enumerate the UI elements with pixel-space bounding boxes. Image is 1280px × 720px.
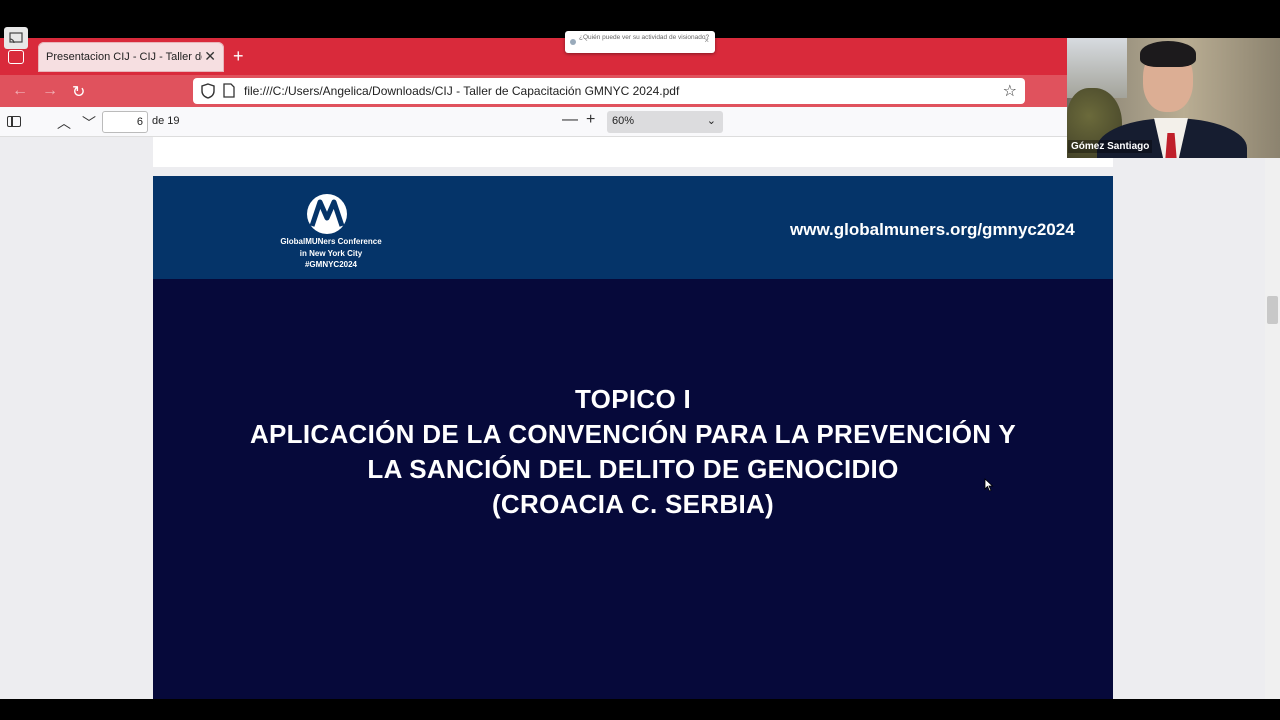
cast-button[interactable] — [4, 27, 28, 49]
previous-page-icon[interactable]: ︿ — [57, 113, 71, 133]
activity-tooltip: ¿Quién puede ver su actividad de visiona… — [565, 31, 715, 53]
next-page-icon[interactable]: ﹀ — [82, 113, 96, 133]
new-tab-button[interactable]: + — [233, 46, 244, 67]
title-line: LA SANCIÓN DEL DELITO DE GENOCIDIO — [367, 454, 899, 484]
page-count: de 19 — [152, 115, 180, 127]
screen: Presentacion CIJ - CIJ - Taller de Capac… — [0, 0, 1280, 720]
zoom-value: 60% — [612, 115, 635, 127]
participant-hair — [1140, 41, 1196, 67]
mouse-cursor-icon — [984, 478, 994, 492]
shield-icon — [201, 83, 215, 99]
address-bar[interactable]: file:///C:/Users/Angelica/Downloads/CIJ … — [193, 78, 1025, 104]
info-icon — [570, 39, 576, 45]
title-line: (CROACIA C. SERBIA) — [491, 489, 775, 519]
logo-line: GlobalMUNers Conference — [280, 237, 382, 246]
sidebar-toggle-icon[interactable] — [7, 116, 21, 127]
tab-active[interactable]: Presentacion CIJ - CIJ - Taller de Capac… — [38, 42, 224, 72]
reload-icon[interactable]: ↻ — [72, 82, 85, 102]
bookmark-star-icon[interactable]: ☆ — [1003, 81, 1017, 101]
title-line: TOPICO I — [574, 384, 692, 414]
logo-line: #GMNYC2024 — [304, 260, 358, 269]
slide-title: TOPICO I APLICACIÓN DE LA CONVENCIÓN PAR… — [153, 382, 1113, 522]
zoom-in-button[interactable]: + — [586, 111, 595, 129]
page-number-input[interactable]: 6 — [102, 111, 148, 133]
tooltip-close-icon[interactable]: × — [704, 37, 709, 45]
zoom-out-button[interactable]: — — [562, 111, 578, 129]
tab-close-icon[interactable]: ✕ — [204, 48, 216, 65]
previous-page-bottom — [153, 137, 1113, 167]
chevron-down-icon: ⌄ — [706, 115, 716, 127]
website-url: www.globalmuners.org/gmnyc2024 — [790, 220, 1075, 239]
url-text: file:///C:/Users/Angelica/Downloads/CIJ … — [244, 84, 680, 98]
zoom-select[interactable]: 60% ⌄ — [607, 111, 723, 133]
scrollbar[interactable] — [1265, 137, 1280, 699]
forward-arrow-icon[interactable]: → — [42, 82, 58, 100]
tooltip-text: ¿Quién puede ver su actividad de visiona… — [579, 34, 710, 41]
cast-icon — [9, 32, 23, 44]
back-arrow-icon[interactable]: ← — [12, 82, 28, 100]
file-icon — [223, 83, 235, 98]
scrollbar-thumb[interactable] — [1267, 296, 1278, 324]
logo-caption: GlobalMUNers Conference in New York City… — [266, 236, 396, 271]
tab-list-icon[interactable] — [8, 50, 24, 64]
tab-title: Presentacion CIJ - CIJ - Taller de Capac… — [46, 51, 202, 63]
globalmuners-logo-icon — [307, 194, 347, 234]
logo-line: in New York City — [299, 248, 363, 258]
participant-name: Gómez Santiago — [1068, 140, 1153, 153]
title-line: APLICACIÓN DE LA CONVENCIÓN PARA LA PREV… — [249, 419, 1017, 449]
